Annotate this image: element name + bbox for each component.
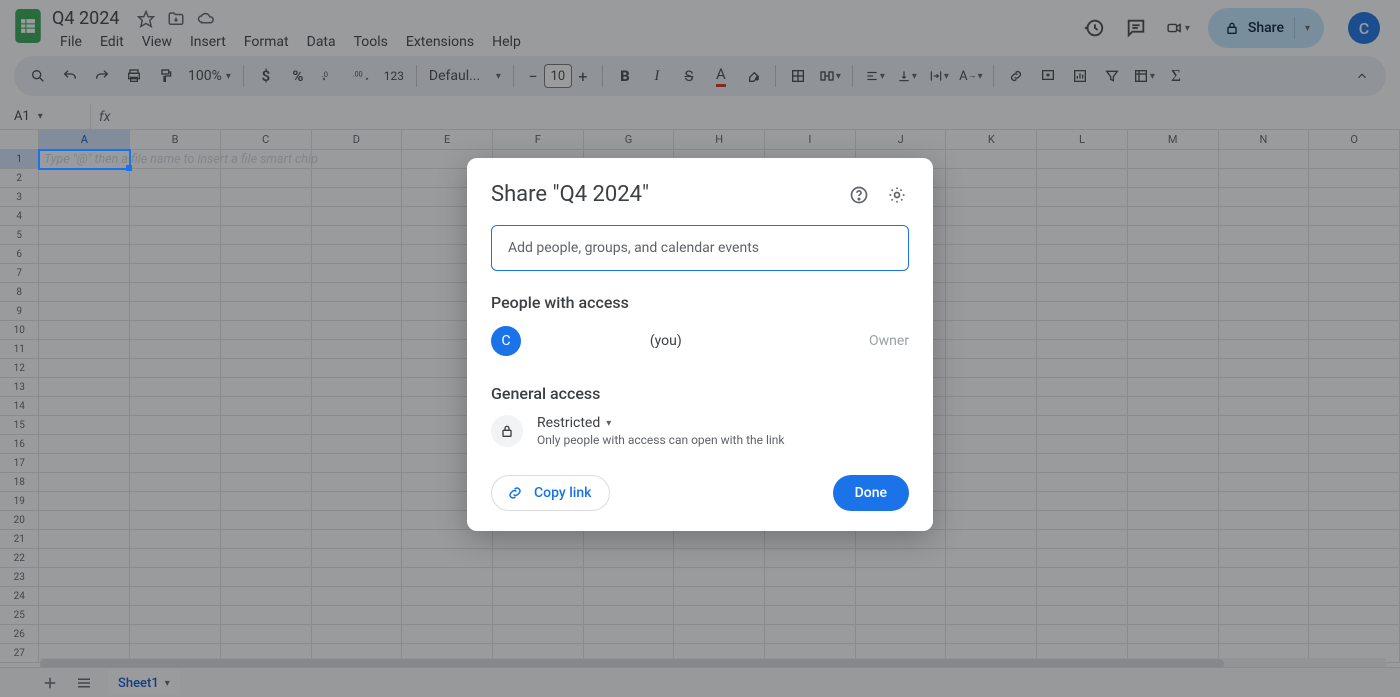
access-level-select[interactable]: Restricted▾	[537, 415, 909, 431]
person-avatar: C	[491, 326, 521, 356]
people-with-access-heading: People with access	[491, 293, 909, 312]
share-dialog: Share "Q4 2024" People with access C pla…	[467, 158, 933, 531]
cell[interactable]	[39, 150, 130, 169]
gear-icon[interactable]	[885, 183, 909, 207]
person-name: placeholder name (you)	[535, 333, 855, 349]
modal-scrim[interactable]: Share "Q4 2024" People with access C pla…	[0, 0, 1400, 697]
general-access-heading: General access	[491, 384, 909, 403]
access-level-description: Only people with access can open with th…	[537, 433, 909, 447]
share-dialog-title: Share "Q4 2024"	[491, 182, 833, 207]
link-icon	[506, 484, 524, 502]
add-people-input[interactable]	[491, 225, 909, 271]
copy-link-button[interactable]: Copy link	[491, 475, 610, 511]
help-icon[interactable]	[847, 183, 871, 207]
person-role: Owner	[869, 333, 909, 349]
general-access-row: Restricted▾ Only people with access can …	[491, 415, 909, 447]
lock-icon	[491, 415, 523, 447]
person-row[interactable]: C placeholder name (you) Owner	[491, 326, 909, 356]
done-button[interactable]: Done	[833, 475, 909, 511]
